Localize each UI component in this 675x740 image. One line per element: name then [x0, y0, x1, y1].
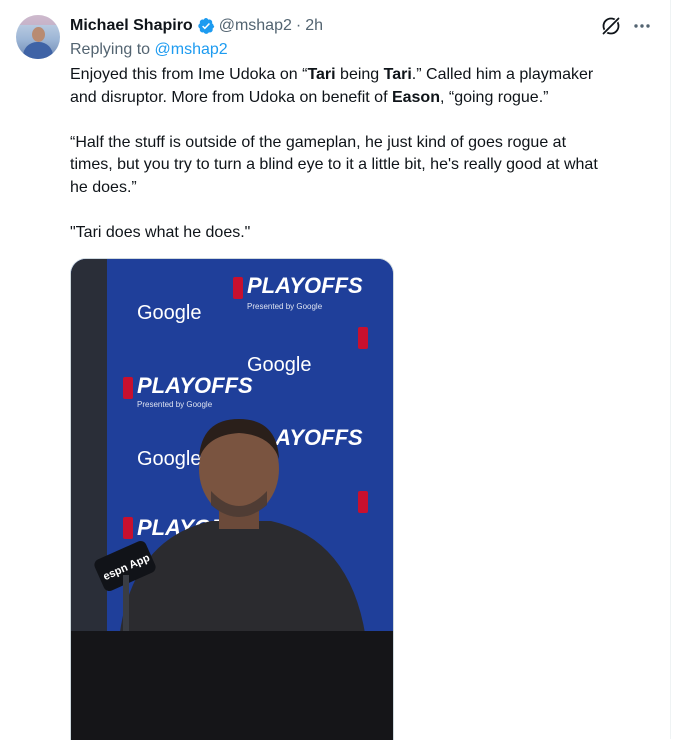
- avatar[interactable]: [16, 15, 60, 59]
- quote-line-1: “Half the stuff is outside of the gamepl…: [70, 133, 567, 151]
- backdrop-playoffs-text: PLAYOFFS: [247, 273, 363, 298]
- column-divider: [670, 0, 671, 739]
- author-handle[interactable]: @mshap2: [219, 17, 292, 35]
- text-line-1: Enjoyed this from Ime Udoka on “Tari bei…: [70, 66, 594, 83]
- replying-prefix: Replying to: [70, 41, 151, 58]
- video-media[interactable]: Google Google Google PLAYOFFS PLAYOFFS P…: [70, 258, 394, 740]
- separator-dot: ·: [295, 17, 302, 34]
- closing-quote: "Tari does what he does.": [70, 223, 251, 241]
- text-line-2: and disruptor. More from Udoka on benefi…: [70, 88, 549, 106]
- backdrop-presented-text: Presented by Google: [247, 302, 323, 311]
- timestamp[interactable]: 2h: [305, 17, 323, 35]
- grok-icon[interactable]: [600, 15, 622, 37]
- backdrop-playoffs-text: PLAYOFFS: [137, 373, 253, 398]
- backdrop-google-text: Google: [137, 448, 202, 470]
- replying-to-handle[interactable]: @mshap2: [155, 41, 228, 58]
- tweet-text: Enjoyed this from Ime Udoka on “Tari bei…: [70, 64, 660, 244]
- backdrop-google-text: Google: [137, 302, 202, 324]
- tweet-header: Michael Shapiro @mshap2 · 2h: [70, 14, 323, 38]
- backdrop-google-text: Google: [247, 354, 312, 376]
- replying-to: Replying to @mshap2: [70, 41, 228, 59]
- more-icon[interactable]: [632, 16, 652, 36]
- quote-line-2: times, but you try to turn a blind eye t…: [70, 156, 598, 173]
- author-name[interactable]: Michael Shapiro: [70, 17, 193, 35]
- backdrop-presented-text: Presented by Google: [137, 400, 213, 409]
- verified-badge-icon[interactable]: [197, 17, 215, 35]
- quote-line-3: he does.”: [70, 178, 137, 196]
